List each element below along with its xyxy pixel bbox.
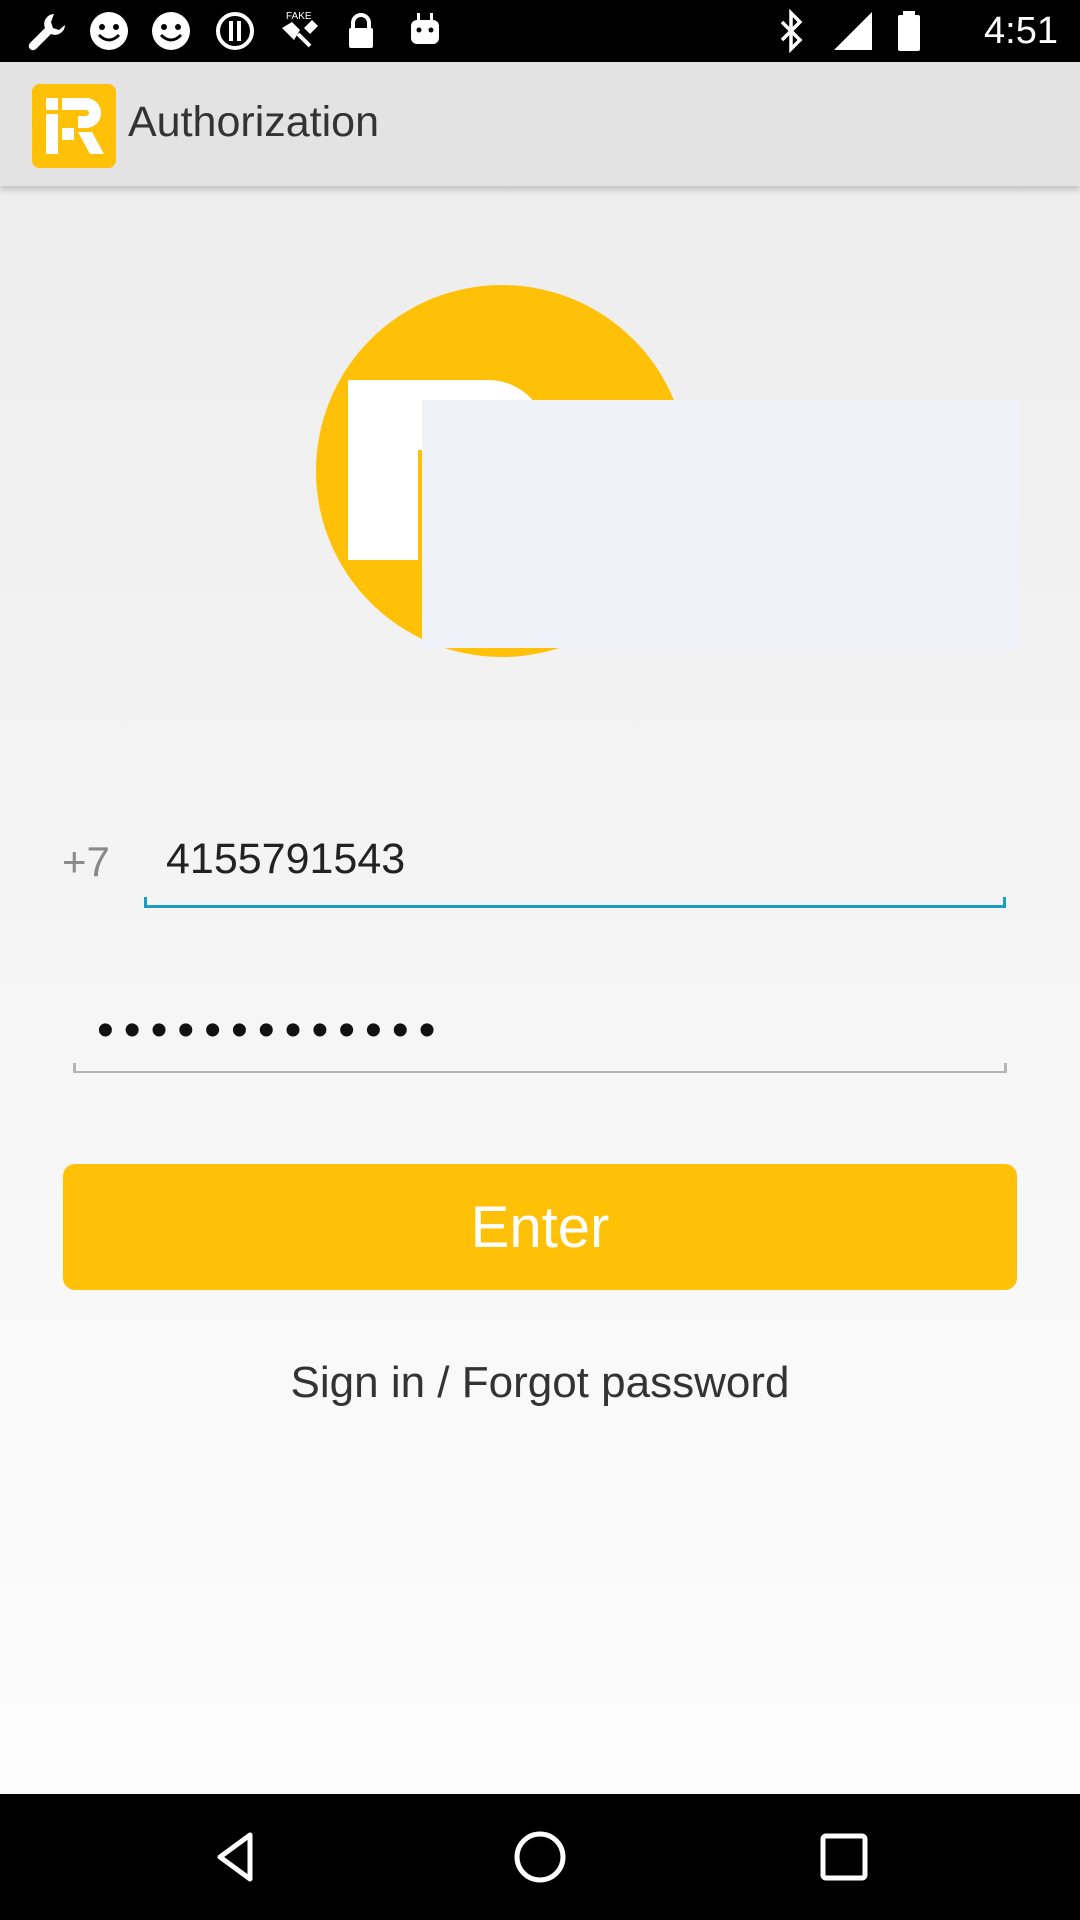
- back-icon[interactable]: [206, 1827, 266, 1887]
- smiley-icon: [152, 12, 190, 50]
- satellite-fake-gps-icon: FAKE: [282, 11, 318, 48]
- status-time: 4:51: [984, 10, 1058, 52]
- screen: Authorization +7 Enter Sign in / Forgot …: [0, 62, 1080, 1794]
- smiley-icon: [90, 12, 128, 50]
- app-logo: [32, 84, 116, 168]
- r-logo-icon: [32, 84, 116, 168]
- phone-input[interactable]: [144, 830, 1006, 888]
- app-title: Authorization: [128, 98, 379, 146]
- password-input-underline: [73, 1063, 1007, 1073]
- password-input[interactable]: [73, 1000, 1007, 1060]
- app-bar: Authorization: [0, 62, 1080, 186]
- signin-forgot-password-link[interactable]: Sign in / Forgot password: [0, 1358, 1080, 1408]
- info-circle-icon: [216, 12, 254, 50]
- recents-icon[interactable]: [814, 1827, 874, 1887]
- android-icon: [411, 13, 439, 44]
- battery-icon: [898, 11, 920, 51]
- logo-overlay-panel: [422, 400, 1018, 648]
- home-icon[interactable]: [510, 1827, 570, 1887]
- svg-text:FAKE: FAKE: [286, 11, 312, 22]
- signal-icon: [834, 12, 872, 50]
- wrench-icon: [28, 14, 65, 51]
- enter-button[interactable]: Enter: [63, 1164, 1017, 1290]
- lock-icon: [349, 13, 373, 48]
- bluetooth-icon: [780, 8, 803, 54]
- status-bar: FAKE 4:51: [0, 0, 1080, 62]
- country-code: +7: [62, 838, 110, 885]
- navigation-bar: [0, 1794, 1080, 1920]
- phone-input-underline: [144, 897, 1006, 908]
